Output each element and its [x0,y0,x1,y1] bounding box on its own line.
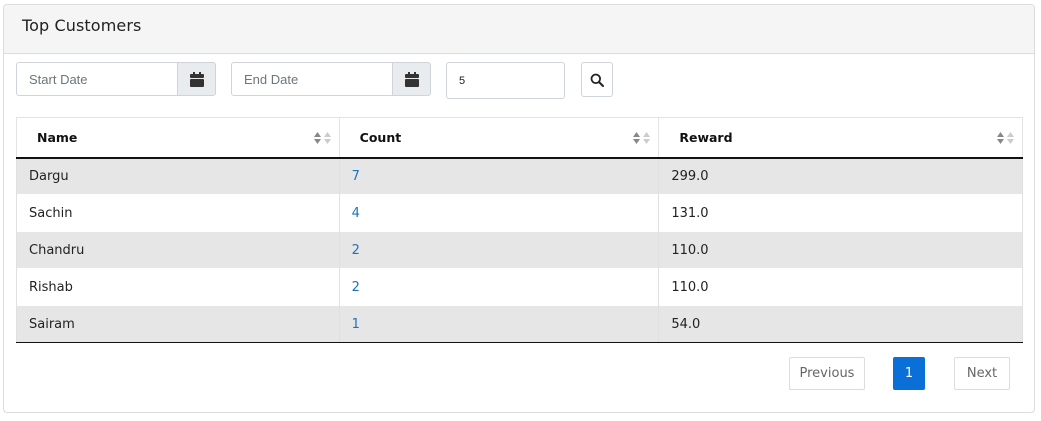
sort-icon [313,131,333,145]
sort-icon [996,131,1016,145]
cell-count-link[interactable]: 1 [338,305,660,343]
search-button[interactable] [581,62,613,97]
calendar-icon [404,71,419,87]
cell-count-link[interactable]: 2 [338,268,660,306]
cell-reward: 54.0 [658,305,1023,343]
next-page-button[interactable]: Next [954,357,1010,390]
cell-reward: 110.0 [658,231,1023,269]
cell-name: Chandru [16,231,340,269]
cell-name: Sairam [16,305,340,343]
column-header-label: Reward [679,129,733,145]
cell-name: Dargu [16,157,340,195]
cell-name: Sachin [16,194,340,232]
table-row: Sachin 4 131.0 [16,194,1023,232]
table-header-row: Name Count Reward [16,117,1023,159]
table-row: Dargu 7 299.0 [16,157,1023,195]
start-date-input[interactable]: Start Date [16,62,178,96]
customers-table: Name Count Reward Dargu 7 299.0 Sachin 4… [16,117,1023,343]
card-header [4,5,1034,54]
column-header-name[interactable]: Name [16,117,340,159]
search-icon [590,73,604,87]
column-header-reward[interactable]: Reward [658,117,1023,159]
sort-icon [632,131,652,145]
cell-name: Rishab [16,268,340,306]
table-row: Sairam 1 54.0 [16,305,1023,343]
cell-count-link[interactable]: 4 [338,194,660,232]
column-header-count[interactable]: Count [338,117,660,159]
table-row: Rishab 2 110.0 [16,268,1023,306]
cell-count-link[interactable]: 7 [338,157,660,195]
previous-page-button[interactable]: Previous [789,357,865,390]
cell-count-link[interactable]: 2 [338,231,660,269]
cell-reward: 110.0 [658,268,1023,306]
start-date-calendar-button[interactable] [177,62,216,96]
end-date-calendar-button[interactable] [392,62,431,96]
cell-reward: 299.0 [658,157,1023,195]
table-row: Chandru 2 110.0 [16,231,1023,269]
column-header-label: Name [37,129,78,145]
calendar-icon [189,71,204,87]
limit-input[interactable]: 5 [446,62,565,99]
end-date-input[interactable]: End Date [231,62,393,96]
card-title: Top Customers [22,16,142,35]
column-header-label: Count [359,129,402,145]
page-1-button[interactable]: 1 [893,357,925,390]
cell-reward: 131.0 [658,194,1023,232]
